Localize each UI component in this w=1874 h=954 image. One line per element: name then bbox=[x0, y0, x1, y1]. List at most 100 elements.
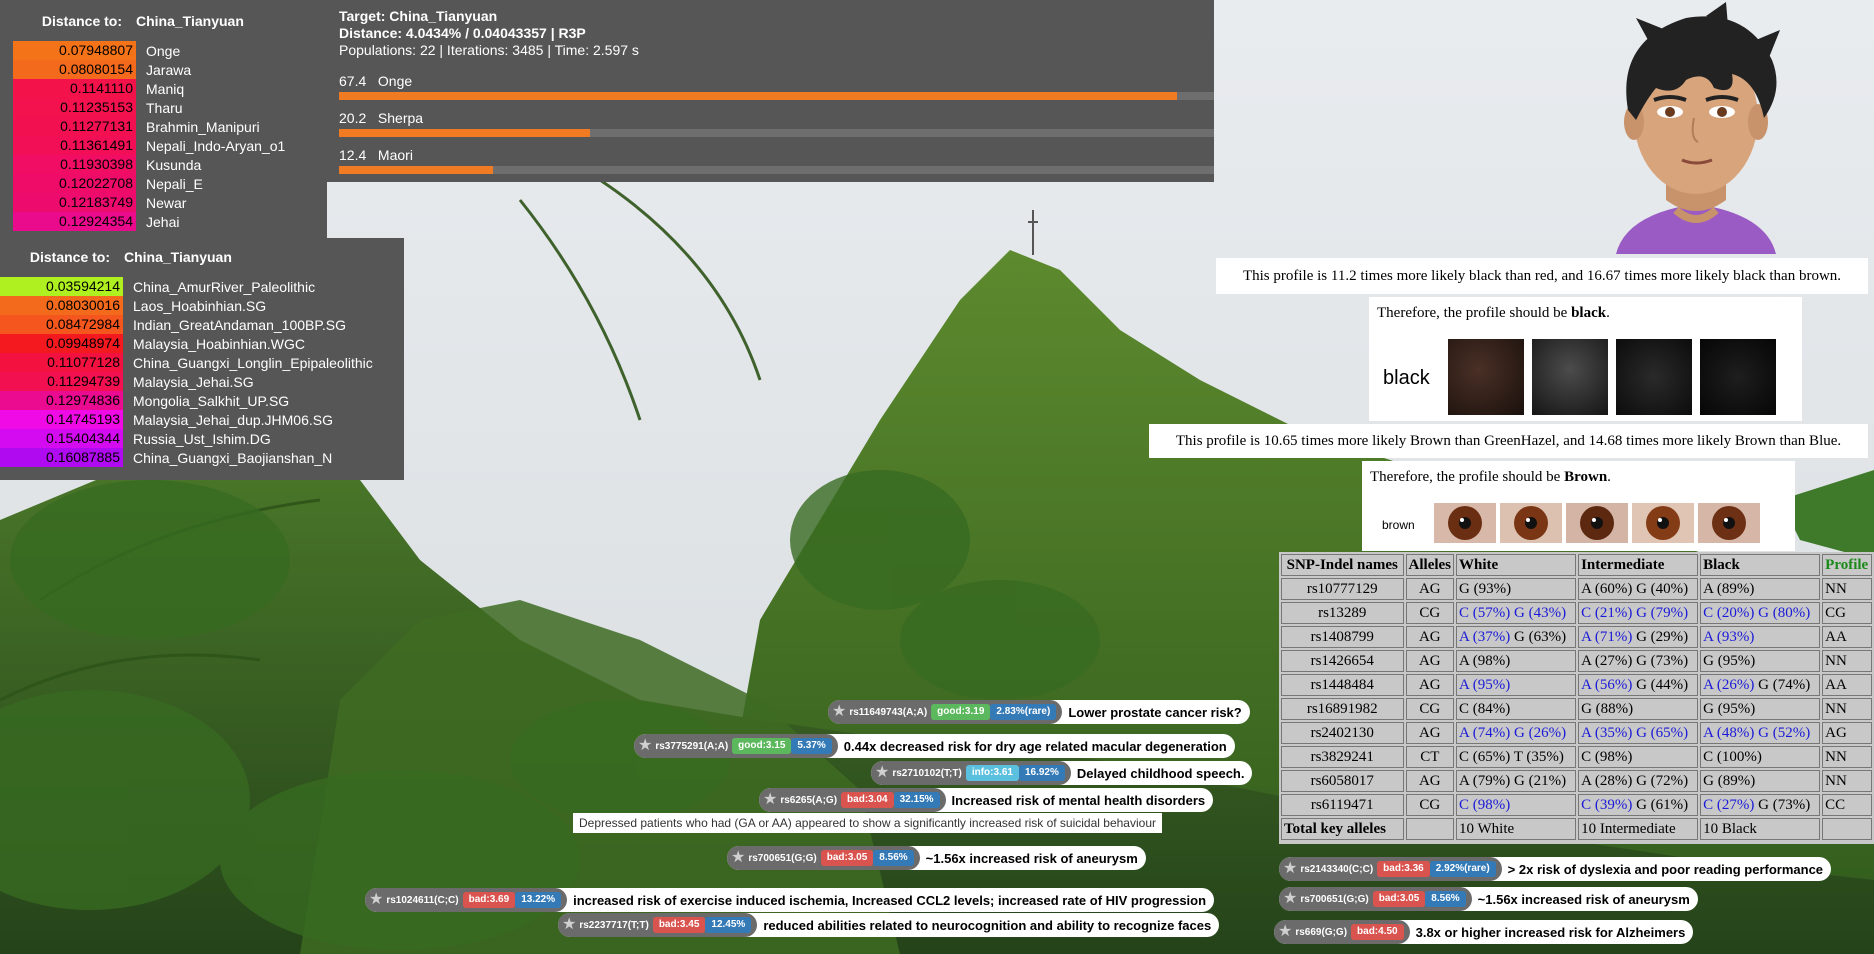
snp-chip: ★ rs700651(G;G) bad:3.05 8.56% bbox=[727, 846, 920, 870]
black-cell: G (95%) bbox=[1700, 650, 1821, 672]
eye-swatch bbox=[1434, 503, 1496, 543]
hair-swatch-label: black bbox=[1383, 367, 1430, 389]
population-name: Malaysia_Hoabinhian.WGC bbox=[133, 335, 305, 352]
population-name: Mongolia_Salkhit_UP.SG bbox=[133, 392, 290, 409]
white-cell: C (98%) bbox=[1456, 794, 1577, 816]
star-icon[interactable]: ★ bbox=[875, 765, 889, 781]
magnitude-badge: bad:3.45 bbox=[652, 917, 706, 933]
alleles-cell: CT bbox=[1405, 746, 1455, 768]
table-row: rs16891982 CG C (84%) G (88%) G (95%) NN bbox=[1281, 698, 1872, 720]
population-name: China_Guangxi_Longlin_Epipaleolithic bbox=[133, 354, 373, 371]
star-icon[interactable]: ★ bbox=[562, 917, 576, 933]
snp-finding-pill[interactable]: ★ rs3775291(A;A) good:3.15 5.37% 0.44x decre… bbox=[634, 734, 1235, 758]
hair-swatch bbox=[1616, 339, 1692, 415]
population-name: Newar bbox=[146, 194, 187, 211]
snp-name-cell: rs6119471 bbox=[1281, 794, 1404, 816]
star-icon[interactable]: ★ bbox=[369, 892, 383, 908]
total-label: Total key alleles bbox=[1281, 818, 1404, 840]
black-cell: A (93%) bbox=[1700, 626, 1821, 648]
snp-finding-pill[interactable]: ★ rs2237717(T;T) bad:3.45 12.45% reduced abi… bbox=[558, 913, 1220, 937]
frequency-badge: 8.56% bbox=[873, 850, 914, 866]
distance-value: 0.11235153 bbox=[13, 98, 136, 117]
col-header-black: Black bbox=[1700, 554, 1821, 576]
distance-row: 0.15404344 Russia_Ust_Ishim.DG bbox=[0, 429, 404, 448]
table-row: rs1448484 AG A (95%) A (56%) G (44%) A (26%)… bbox=[1281, 674, 1872, 696]
distance-row: 0.08472984 Indian_GreatAndaman_100BP.SG bbox=[0, 315, 404, 334]
col-header-snp: SNP-Indel names bbox=[1281, 554, 1404, 576]
distance-header-target: China_Tianyuan bbox=[124, 249, 232, 265]
star-icon[interactable]: ★ bbox=[638, 738, 652, 754]
star-icon[interactable]: ★ bbox=[731, 850, 745, 866]
distance-value: 0.11277131 bbox=[13, 117, 136, 136]
finding-text: ~1.56x increased risk of aneurysm bbox=[925, 850, 1138, 866]
magnitude-badge: bad:3.04 bbox=[841, 792, 894, 808]
snp-finding-pill[interactable]: ★ rs700651(G;G) bad:3.05 8.56% ~1.56x increa… bbox=[727, 846, 1146, 870]
population-name: Malaysia_Jehai_dup.JHM06.SG bbox=[133, 411, 333, 428]
rsid-label[interactable]: rs700651(G;G) bbox=[748, 853, 816, 864]
table-row: rs6058017 AG A (79%) G (21%) A (28%) G (72%… bbox=[1281, 770, 1872, 792]
distance-row: 0.11294739 Malaysia_Jehai.SG bbox=[0, 372, 404, 391]
alleles-cell: AG bbox=[1405, 722, 1455, 744]
white-cell: A (74%) G (26%) bbox=[1456, 722, 1577, 744]
white-cell: A (79%) G (21%) bbox=[1456, 770, 1577, 792]
rsid-label[interactable]: rs3775291(A;A) bbox=[655, 741, 728, 752]
rsid-label[interactable]: rs700651(G;G) bbox=[1300, 894, 1368, 905]
white-cell: A (95%) bbox=[1456, 674, 1577, 696]
snp-finding-pill[interactable]: ★ rs700651(G;G) bad:3.05 8.56% ~1.56x increa… bbox=[1279, 887, 1698, 911]
star-icon[interactable]: ★ bbox=[1283, 861, 1297, 877]
star-icon[interactable]: ★ bbox=[832, 704, 846, 720]
rsid-label[interactable]: rs1024611(C;C) bbox=[386, 895, 458, 906]
alleles-cell: CG bbox=[1405, 698, 1455, 720]
frequency-badge: 13.22% bbox=[515, 892, 562, 908]
snp-chip: ★ rs700651(G;G) bad:3.05 8.56% bbox=[1279, 887, 1472, 911]
star-icon[interactable]: ★ bbox=[1278, 924, 1292, 940]
black-cell: G (89%) bbox=[1700, 770, 1821, 792]
rsid-label[interactable]: rs2710102(T;T) bbox=[892, 768, 961, 779]
population-name: China_AmurRiver_Paleolithic bbox=[133, 278, 316, 295]
snp-finding-pill[interactable]: ★ rs669(G;G) bad:4.50 3.8x or higher increa… bbox=[1274, 920, 1694, 944]
distance-value: 0.12022708 bbox=[13, 174, 136, 193]
black-cell: A (26%) G (74%) bbox=[1700, 674, 1821, 696]
star-icon[interactable]: ★ bbox=[1283, 891, 1297, 907]
snp-finding-pill[interactable]: ★ rs2710102(T;T) info:3.61 16.92% Delayed ch… bbox=[871, 761, 1253, 785]
total-profile-empty bbox=[1822, 818, 1872, 840]
col-header-alleles: Alleles bbox=[1405, 554, 1455, 576]
table-row: rs13289 CG C (57%) G (43%) C (21%) G (79%) C… bbox=[1281, 602, 1872, 624]
eye-swatch bbox=[1566, 503, 1628, 543]
rsid-label[interactable]: rs11649743(A;A) bbox=[849, 707, 927, 718]
target-line: Target: China_Tianyuan bbox=[339, 8, 498, 24]
white-cell: C (84%) bbox=[1456, 698, 1577, 720]
distance-row: 0.07948807 Onge bbox=[13, 41, 327, 60]
distance-header-target: China_Tianyuan bbox=[136, 13, 244, 29]
distance-value: 0.03594214 bbox=[0, 277, 123, 296]
suicide-risk-note: Depressed patients who had (GA or AA) ap… bbox=[573, 813, 1162, 833]
profile-cell: NN bbox=[1822, 746, 1872, 768]
star-icon[interactable]: ★ bbox=[763, 792, 777, 808]
snp-name-cell: rs16891982 bbox=[1281, 698, 1404, 720]
hair-color-conclusion: Therefore, the profile should be black. … bbox=[1369, 297, 1802, 421]
snp-finding-pill[interactable]: ★ rs6265(A;G) bad:3.04 32.15% Increased risk… bbox=[759, 788, 1214, 812]
alleles-cell: AG bbox=[1405, 674, 1455, 696]
distance-value: 0.08472984 bbox=[0, 315, 123, 334]
snp-finding-pill[interactable]: ★ rs1024611(C;C) bad:3.69 13.22% increased r… bbox=[365, 888, 1215, 912]
eye-color-ratio: This profile is 10.65 times more likely … bbox=[1149, 424, 1868, 458]
table-row: rs2402130 AG A (74%) G (26%) A (35%) G (65%… bbox=[1281, 722, 1872, 744]
distance-row: 0.12974836 Mongolia_Salkhit_UP.SG bbox=[0, 391, 404, 410]
rsid-label[interactable]: rs6265(A;G) bbox=[780, 795, 837, 806]
distance-line: Distance: 4.0434% / 0.04043357 | R3P bbox=[339, 25, 586, 41]
rsid-label[interactable]: rs2143340(C;C) bbox=[1300, 864, 1373, 875]
rsid-label[interactable]: rs669(G;G) bbox=[1295, 927, 1347, 938]
distance-row: 0.11361491 Nepali_Indo-Aryan_o1 bbox=[13, 136, 327, 155]
total-empty bbox=[1405, 818, 1455, 840]
population-name: Maniq bbox=[146, 80, 185, 97]
total-white: 10 White bbox=[1456, 818, 1577, 840]
admixture-bar-track bbox=[339, 129, 1214, 137]
snp-chip: ★ rs6265(A;G) bad:3.04 32.15% bbox=[759, 788, 946, 812]
snp-finding-pill[interactable]: ★ rs2143340(C;C) bad:3.36 2.92%(rare) > 2x r… bbox=[1279, 857, 1832, 881]
eye-swatch bbox=[1632, 503, 1694, 543]
rsid-label[interactable]: rs2237717(T;T) bbox=[579, 920, 648, 931]
profile-cell: AA bbox=[1822, 674, 1872, 696]
white-cell: C (57%) G (43%) bbox=[1456, 602, 1577, 624]
snp-finding-pill[interactable]: ★ rs11649743(A;A) good:3.19 2.83%(rare) Lowe… bbox=[828, 700, 1250, 724]
table-row: rs1408799 AG A (37%) G (63%) A (71%) G (29%… bbox=[1281, 626, 1872, 648]
